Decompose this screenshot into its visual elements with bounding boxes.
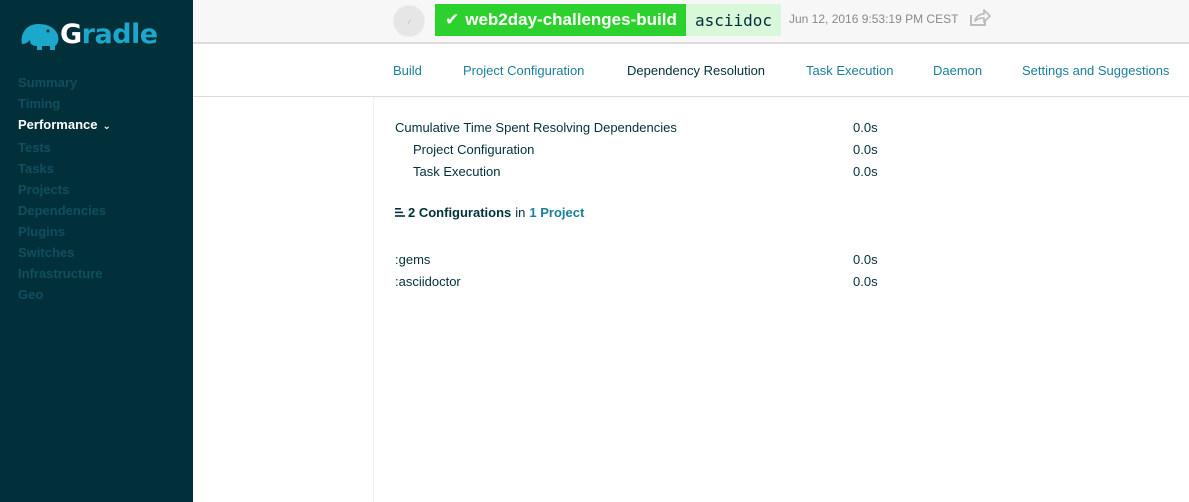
project-configuration-label: Project Configuration xyxy=(413,142,535,157)
sidebar-item-label: Infrastructure xyxy=(18,266,103,281)
configuration-row-time: 0.0s xyxy=(853,252,878,267)
configurations-count: 2 Configurations xyxy=(408,205,512,220)
sidebar-item-tests[interactable]: Tests xyxy=(18,137,111,158)
sidebar-item-label: Switches xyxy=(18,245,75,260)
sidebar-nav: Summary Timing Performance ⌄ Tests Tasks … xyxy=(18,72,111,305)
tab-daemon[interactable]: Daemon xyxy=(933,63,982,78)
task-execution-value: 0.0s xyxy=(853,164,878,179)
gradle-logo[interactable]: Gradle xyxy=(18,14,158,54)
sidebar-item-label: Geo xyxy=(18,287,44,302)
tab-bar: Build Project Configuration Dependency R… xyxy=(193,46,1189,97)
sidebar-item-timing[interactable]: Timing xyxy=(18,93,111,114)
sidebar-item-summary[interactable]: Summary xyxy=(18,72,111,93)
sidebar-item-label: Plugins xyxy=(18,224,65,239)
sidebar-item-label: Tasks xyxy=(18,161,54,176)
configurations-heading: 2 Configurations in 1 Project xyxy=(395,205,584,220)
logo-text: Gradle xyxy=(60,18,158,50)
task-tag: asciidoc xyxy=(686,4,782,36)
configuration-row-time: 0.0s xyxy=(853,274,878,289)
sidebar-item-tasks[interactable]: Tasks xyxy=(18,158,111,179)
configurations-in-text: in xyxy=(515,205,526,220)
sidebar-item-label: Timing xyxy=(18,96,61,111)
configuration-row-name[interactable]: :gems xyxy=(395,252,430,267)
sidebar: Gradle Summary Timing Performance ⌄ Tests… xyxy=(0,0,193,502)
tab-dependency-resolution[interactable]: Dependency Resolution xyxy=(627,63,765,78)
configuration-row-name[interactable]: :asciidoctor xyxy=(395,274,461,289)
avatar[interactable] xyxy=(393,5,425,37)
cumulative-time-value: 0.0s xyxy=(853,120,878,135)
list-icon xyxy=(395,208,405,217)
build-status-badge: ✔ web2day-challenges-build xyxy=(435,4,689,36)
sidebar-item-plugins[interactable]: Plugins xyxy=(18,221,111,242)
project-count-link[interactable]: 1 Project xyxy=(529,205,584,220)
build-header: ✔ web2day-challenges-build asciidoc Jun … xyxy=(193,0,1189,44)
tab-project-configuration[interactable]: Project Configuration xyxy=(463,63,584,78)
tab-task-execution[interactable]: Task Execution xyxy=(806,63,893,78)
sidebar-item-performance[interactable]: Performance ⌄ xyxy=(18,114,111,137)
tab-settings-and-suggestions[interactable]: Settings and Suggestions xyxy=(1022,63,1169,78)
content-gutter xyxy=(193,97,374,502)
sidebar-item-label: Tests xyxy=(18,140,51,155)
sidebar-item-label: Summary xyxy=(18,75,78,90)
check-icon: ✔ xyxy=(445,10,460,29)
tab-build[interactable]: Build xyxy=(393,63,422,78)
sidebar-item-switches[interactable]: Switches xyxy=(18,242,111,263)
sidebar-item-projects[interactable]: Projects xyxy=(18,179,111,200)
elephant-icon xyxy=(21,24,59,50)
sidebar-item-geo[interactable]: Geo xyxy=(18,284,111,305)
sidebar-item-label: Projects xyxy=(18,182,70,197)
sidebar-item-dependencies[interactable]: Dependencies xyxy=(18,200,111,221)
share-icon[interactable] xyxy=(969,9,991,27)
project-configuration-value: 0.0s xyxy=(853,142,878,157)
build-name: web2day-challenges-build xyxy=(465,10,677,29)
sidebar-item-label: Performance xyxy=(18,117,98,132)
cumulative-time-label: Cumulative Time Spent Resolving Dependen… xyxy=(395,120,677,135)
chevron-down-icon: ⌄ xyxy=(102,121,111,132)
sidebar-item-infrastructure[interactable]: Infrastructure xyxy=(18,263,111,284)
sidebar-item-label: Dependencies xyxy=(18,203,107,218)
task-execution-label: Task Execution xyxy=(413,164,501,179)
build-timestamp: Jun 12, 2016 9:53:19 PM CEST xyxy=(789,12,959,26)
